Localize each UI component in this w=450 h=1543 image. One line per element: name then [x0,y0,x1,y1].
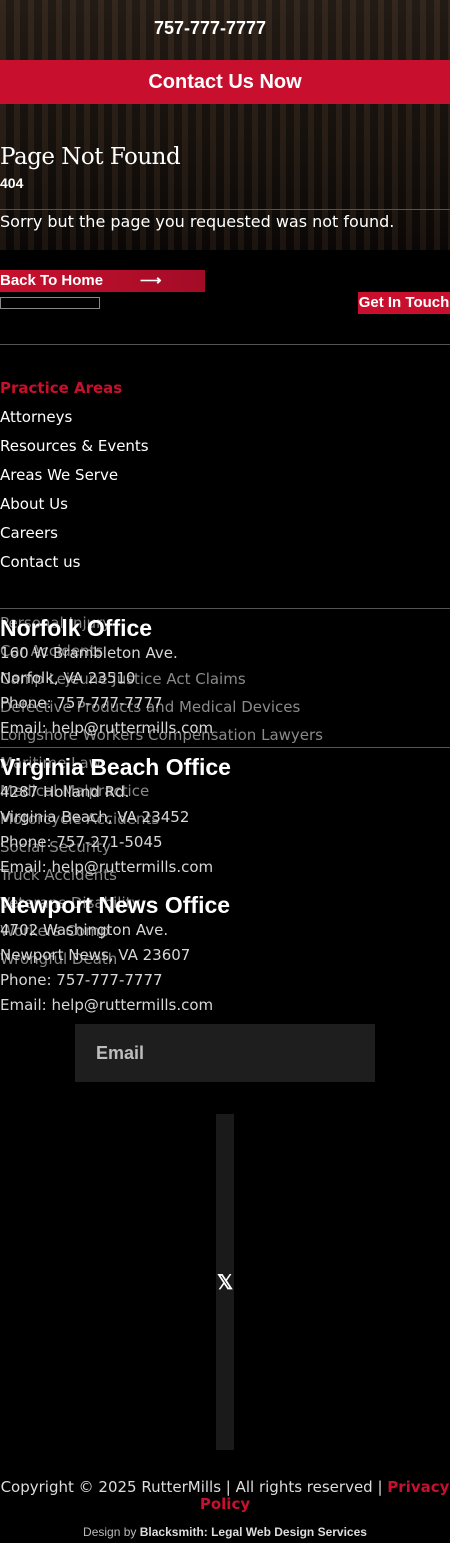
back-to-home-button[interactable]: Back To Home ⟶ [0,270,205,292]
nav-item-careers[interactable]: Careers [0,523,149,552]
design-by-label: Design by [83,1525,140,1539]
office-name: Norfolk Office [0,615,153,641]
copyright: Copyright © 2025 RutterMills | All right… [0,1479,450,1513]
office-name: Newport News Office [0,892,231,918]
office-street: 4702 Washington Ave. [0,921,169,939]
nav-item-practice-areas[interactable]: Practice Areas [0,378,149,407]
office-phone[interactable]: Phone: 757-777-7777 [0,692,213,717]
office-street: 4287 Holland Rd. [0,783,130,801]
office-name: Virginia Beach Office [0,754,231,780]
designer-link[interactable]: Blacksmith: Legal Web Design Services [140,1525,367,1539]
office-email[interactable]: Email: help@ruttermills.com [0,717,213,742]
empty-button-outline [0,297,100,309]
contact-us-button[interactable]: Contact Us Now [0,60,450,104]
design-credit: Design by Blacksmith: Legal Web Design S… [0,1525,450,1539]
divider [0,747,450,748]
newsletter-email-input[interactable] [75,1024,375,1082]
error-message: Sorry but the page you requested was not… [0,212,395,231]
nav-item-about-us[interactable]: About Us [0,494,149,523]
nav-item-contact-us[interactable]: Contact us [0,552,149,581]
social-links-bar: 𝕏 [216,1114,234,1450]
nav-item-areas-we-serve[interactable]: Areas We Serve [0,465,149,494]
office-norfolk: Norfolk Office 160 W Brambleton Ave. Nor… [0,614,213,742]
x-twitter-icon[interactable]: 𝕏 [217,1270,233,1295]
copyright-text: Copyright © 2025 RutterMills | All right… [0,1478,388,1496]
header-phone-link[interactable]: 757-777-7777 [0,18,420,39]
office-email[interactable]: Email: help@ruttermills.com [0,994,230,1019]
divider [0,608,450,609]
page-title: Page Not Found [0,144,181,170]
office-city: Newport News, VA 23607 [0,946,191,964]
footer-nav: Practice Areas Attorneys Resources & Eve… [0,378,149,581]
office-email[interactable]: Email: help@ruttermills.com [0,856,231,881]
back-to-home-label: Back To Home [0,272,104,289]
divider [0,344,450,345]
office-virginia-beach: Virginia Beach Office 4287 Holland Rd. V… [0,753,231,881]
nav-item-resources-events[interactable]: Resources & Events [0,436,149,465]
office-phone[interactable]: Phone: 757-777-7777 [0,969,230,994]
office-city: Norfolk, VA 23510 [0,669,136,687]
office-city: Virginia Beach, VA 23452 [0,808,190,826]
office-street: 160 W Brambleton Ave. [0,644,178,662]
office-newport-news: Newport News Office 4702 Washington Ave.… [0,891,230,1019]
office-phone[interactable]: Phone: 757-271-5045 [0,831,231,856]
arrow-right-icon: ⟶ [140,272,162,289]
divider [0,209,450,210]
nav-item-attorneys[interactable]: Attorneys [0,407,149,436]
error-code: 404 [0,175,24,191]
get-in-touch-button[interactable]: Get In Touch [358,292,450,314]
